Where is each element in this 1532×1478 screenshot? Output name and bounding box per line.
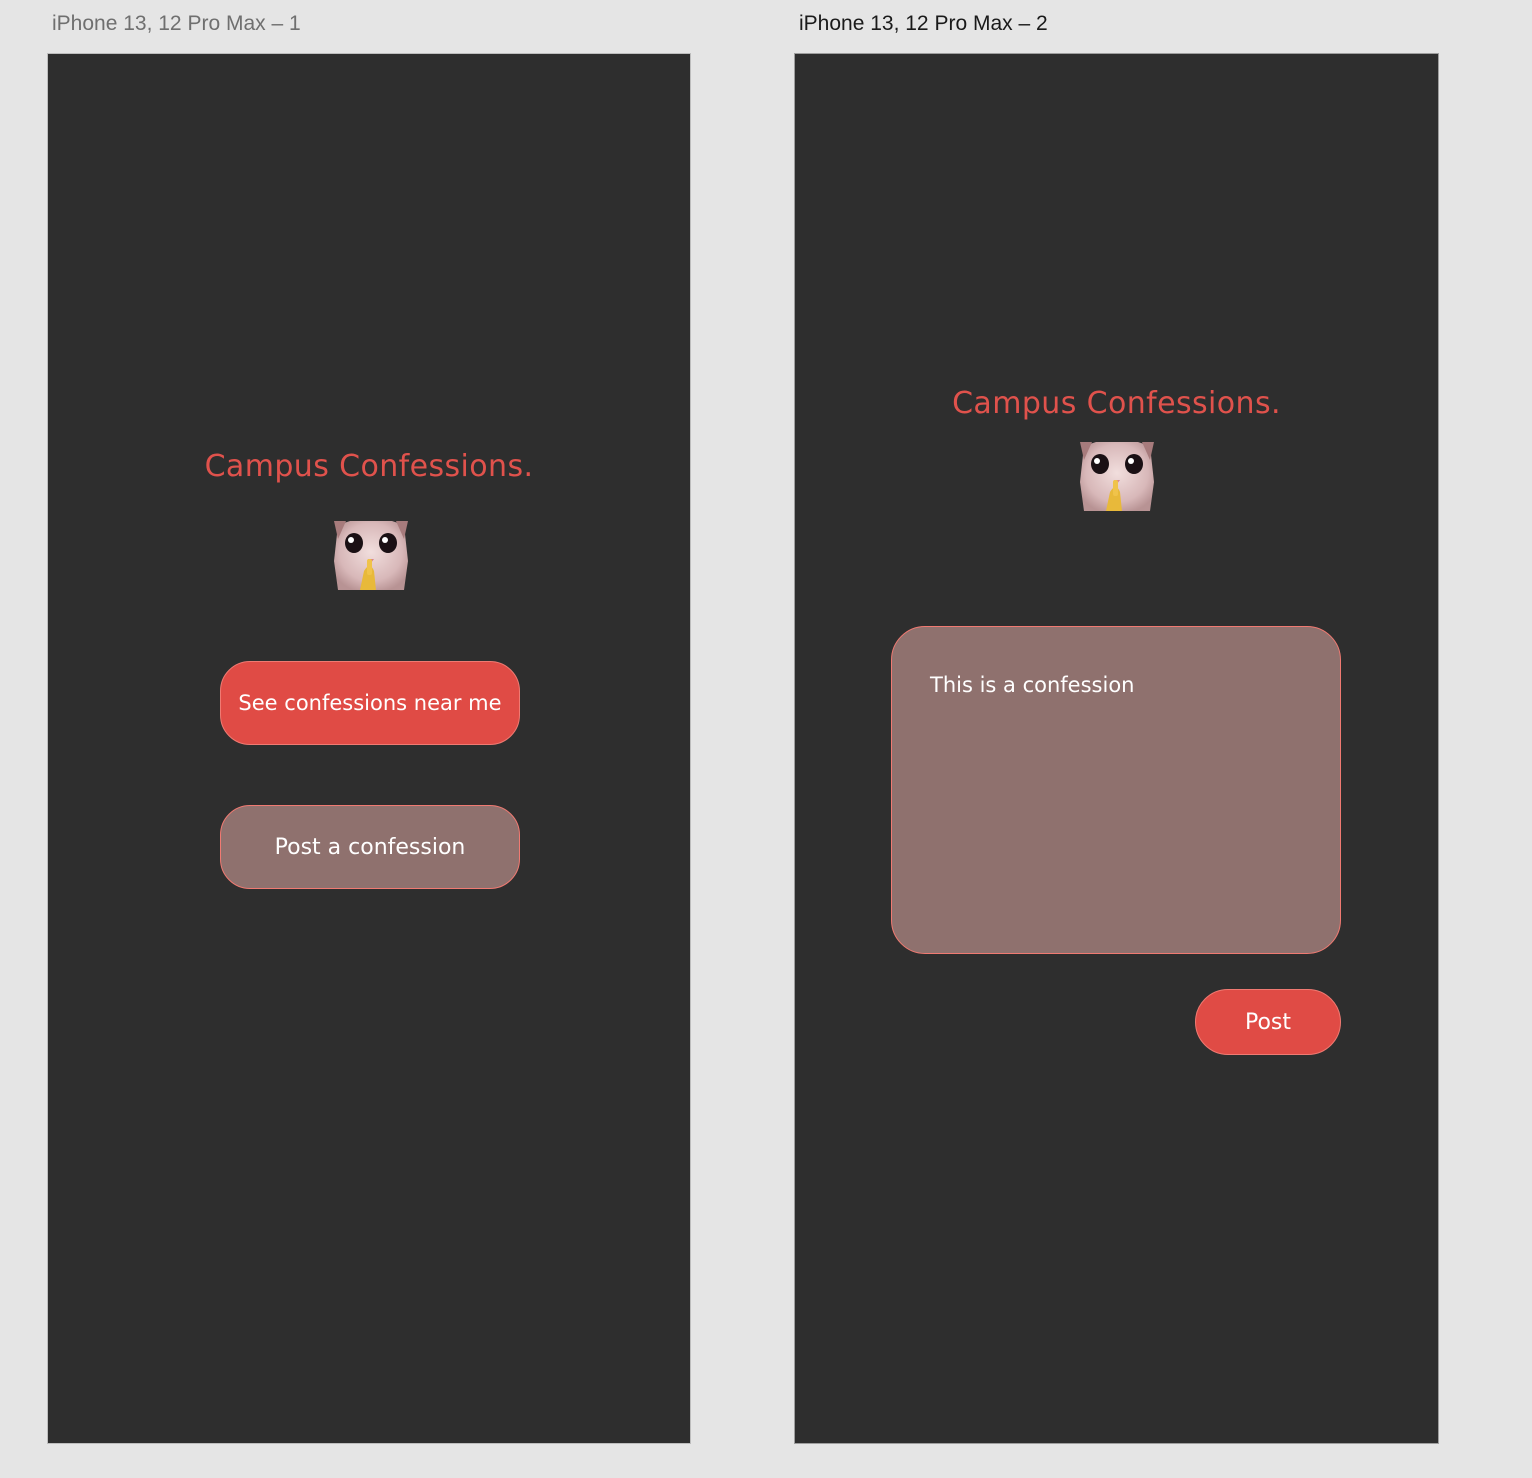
phone-frame-home: Campus Confessions. See confessions near…: [47, 53, 691, 1444]
frame-label-2: iPhone 13, 12 Pro Max – 2: [799, 12, 1048, 35]
see-confessions-button[interactable]: See confessions near me: [220, 661, 520, 745]
post-confession-button[interactable]: Post a confession: [220, 805, 520, 889]
confession-text: This is a confession: [930, 673, 1135, 697]
post-button[interactable]: Post: [1195, 989, 1341, 1055]
confession-textarea[interactable]: This is a confession: [891, 626, 1341, 954]
app-title: Campus Confessions.: [204, 449, 534, 484]
shushing-cat-icon: [1080, 442, 1154, 511]
frame-label-1: iPhone 13, 12 Pro Max – 1: [52, 12, 301, 35]
shushing-cat-icon: [334, 521, 408, 590]
app-title: Campus Confessions.: [952, 386, 1281, 421]
phone-frame-post: Campus Confessions. This is a confession: [794, 53, 1439, 1444]
